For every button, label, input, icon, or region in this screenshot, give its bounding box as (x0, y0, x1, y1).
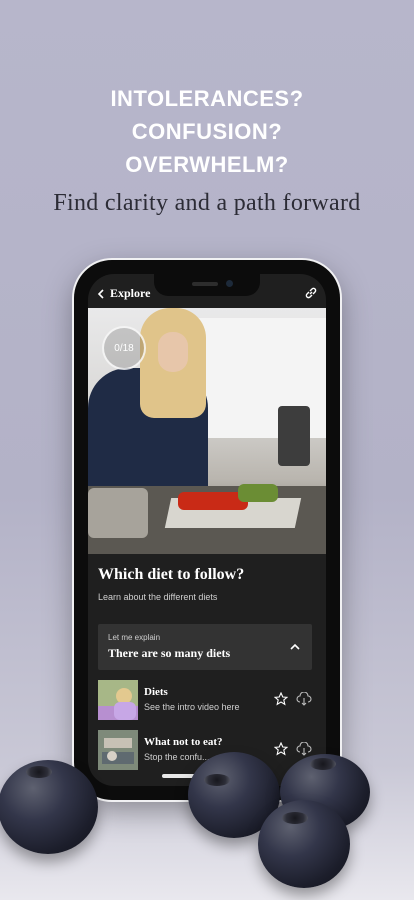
vegetables (238, 484, 278, 502)
knife-block (278, 406, 310, 466)
headline-line-2: CONFUSION? (131, 119, 283, 144)
hero-image: 0/18 (88, 308, 326, 554)
headline-line-3: OVERWHELM? (125, 152, 289, 177)
blueberry (258, 800, 350, 888)
blueberry-crown (282, 812, 308, 824)
star-icon[interactable] (274, 692, 288, 706)
blueberry-crown (204, 774, 230, 786)
camera (226, 280, 233, 287)
headline-line-1: INTOLERANCES? (110, 86, 304, 111)
person-face (158, 332, 188, 372)
link-icon[interactable] (304, 286, 318, 300)
lesson-title: Which diet to follow? (98, 566, 245, 583)
back-label: Explore (110, 286, 151, 300)
thumbnail-what-not-to-eat (98, 730, 138, 770)
progress-indicator: 0/18 (102, 326, 146, 370)
phone-screen: Explore 0/18 Which diet to follow? Learn… (88, 274, 326, 786)
item-title: What not to eat? (144, 736, 223, 748)
accordion-kicker: Let me explain (108, 633, 161, 642)
blueberry-crown (26, 766, 52, 778)
headline: INTOLERANCES? CONFUSION? OVERWHELM? (0, 82, 414, 181)
pot (88, 488, 148, 538)
chevron-up-icon[interactable] (290, 642, 300, 652)
back-button[interactable]: Explore (96, 286, 150, 301)
phone-notch (154, 274, 260, 296)
item-desc: Stop the confu... (144, 752, 210, 762)
star-icon[interactable] (274, 742, 288, 756)
blueberry (0, 760, 98, 854)
cloud-download-icon[interactable] (296, 692, 312, 706)
cloud-download-icon[interactable] (296, 742, 312, 756)
item-title: Diets (144, 686, 168, 698)
accordion-title: There are so many diets (108, 646, 231, 660)
lesson-subtitle: Learn about the different diets (98, 592, 218, 602)
tagline: Find clarity and a path forward (53, 190, 361, 216)
item-desc: See the intro video here (144, 702, 240, 712)
thumbnail-diets (98, 680, 138, 720)
list-item[interactable]: Diets See the intro video here (98, 680, 316, 720)
chevron-left-icon (97, 288, 104, 299)
phone-mockup: Explore 0/18 Which diet to follow? Learn… (74, 260, 340, 800)
accordion-header[interactable]: Let me explain There are so many diets (98, 624, 312, 670)
speaker (192, 282, 218, 286)
blueberry-crown (310, 758, 336, 770)
